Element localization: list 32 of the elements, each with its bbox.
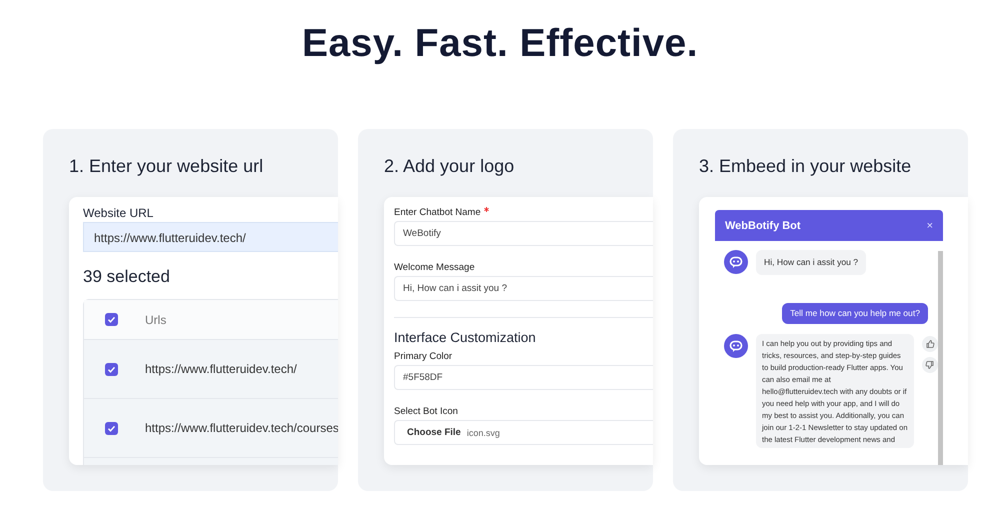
close-button[interactable]: × — [926, 220, 933, 232]
checkbox[interactable] — [105, 313, 118, 326]
selected-count: 39 selected — [83, 267, 171, 287]
bot-avatar-icon — [724, 334, 748, 358]
file-field[interactable]: Choose File icon.svg — [394, 420, 653, 445]
section-title: Interface Customization — [394, 330, 536, 345]
field-label: Enter Chatbot Name — [394, 207, 653, 218]
scrollbar[interactable] — [938, 251, 943, 465]
page-heading: Easy. Fast. Effective. — [300, 21, 700, 67]
field-label: Primary Color — [394, 351, 454, 362]
field-label: Welcome Message — [394, 262, 476, 273]
checkbox[interactable] — [105, 422, 118, 434]
file-name: icon.svg — [466, 428, 500, 438]
message-bubble: Tell me how can you help me out? — [782, 303, 928, 324]
message-bubble: Hi, How can i assit you ? — [756, 250, 866, 275]
field-label: Website URL — [83, 206, 154, 220]
step-title: 1. Enter your website url — [69, 156, 264, 178]
url-field[interactable]: https://www.flutteruidev.tech/ — [83, 222, 338, 252]
bot-avatar-icon — [724, 250, 748, 274]
checkbox[interactable] — [105, 362, 118, 376]
field-label: Select Bot Icon — [394, 406, 459, 417]
text-field[interactable]: WeBotify — [394, 221, 653, 246]
step-title: 2. Add your logo — [384, 156, 516, 178]
thumbs-up-icon[interactable] — [922, 336, 938, 352]
text-field[interactable]: Hi, How can i assit you ? — [394, 276, 653, 301]
bot-name: WebBotify Bot — [725, 220, 801, 232]
choose-file-button[interactable]: Choose File — [407, 427, 461, 438]
step-title: 3. Embeed in your website — [699, 156, 912, 178]
url-cell: https://www.flutteruidev.tech/ — [145, 362, 297, 376]
column-header: Urls — [145, 312, 166, 326]
thumbs-down-icon[interactable] — [922, 357, 938, 373]
text-field[interactable]: #5F58DF — [394, 365, 653, 390]
